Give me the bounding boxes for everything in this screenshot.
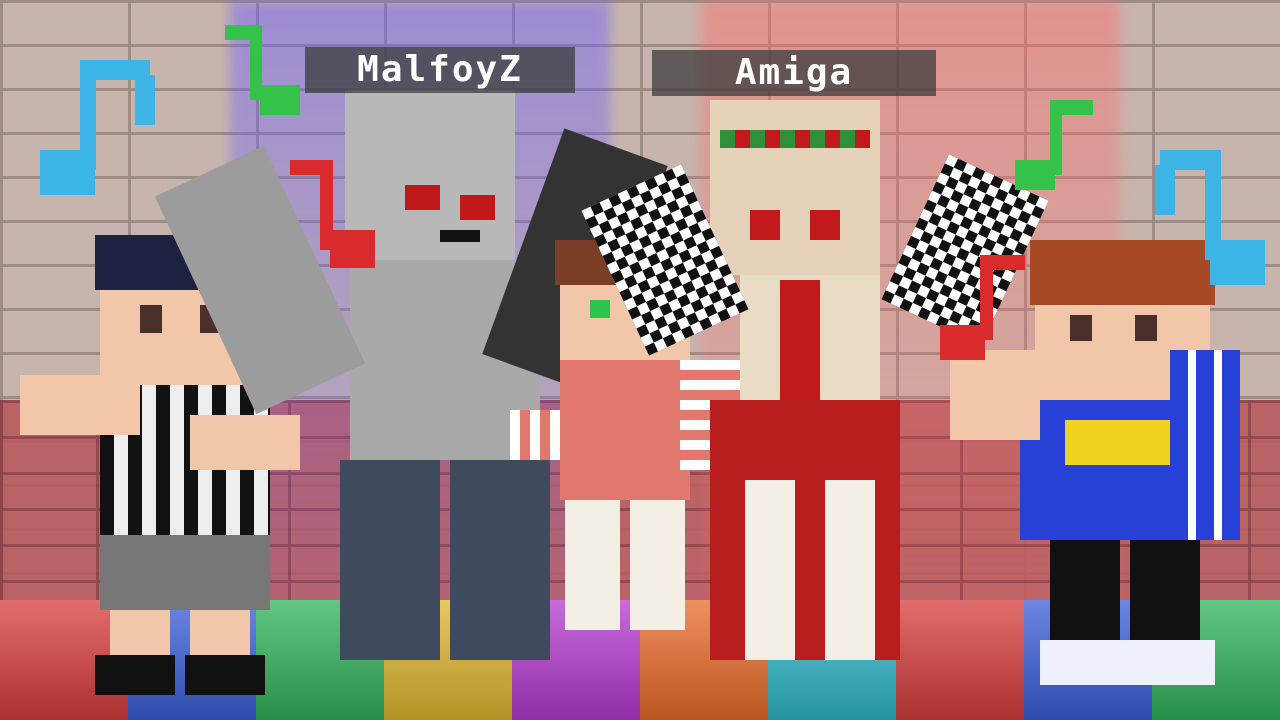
music-note-icon [1015,100,1093,190]
music-note-icon [1155,150,1265,285]
game-scene: MalfoyZ Amiga [0,0,1280,720]
music-note-icon [40,60,155,195]
music-note-icon [940,255,1025,360]
music-note-icon [290,160,375,268]
nametag-amiga: Amiga [652,50,936,96]
music-note-icon [225,25,300,115]
nametag-malfoyz: MalfoyZ [305,47,575,93]
